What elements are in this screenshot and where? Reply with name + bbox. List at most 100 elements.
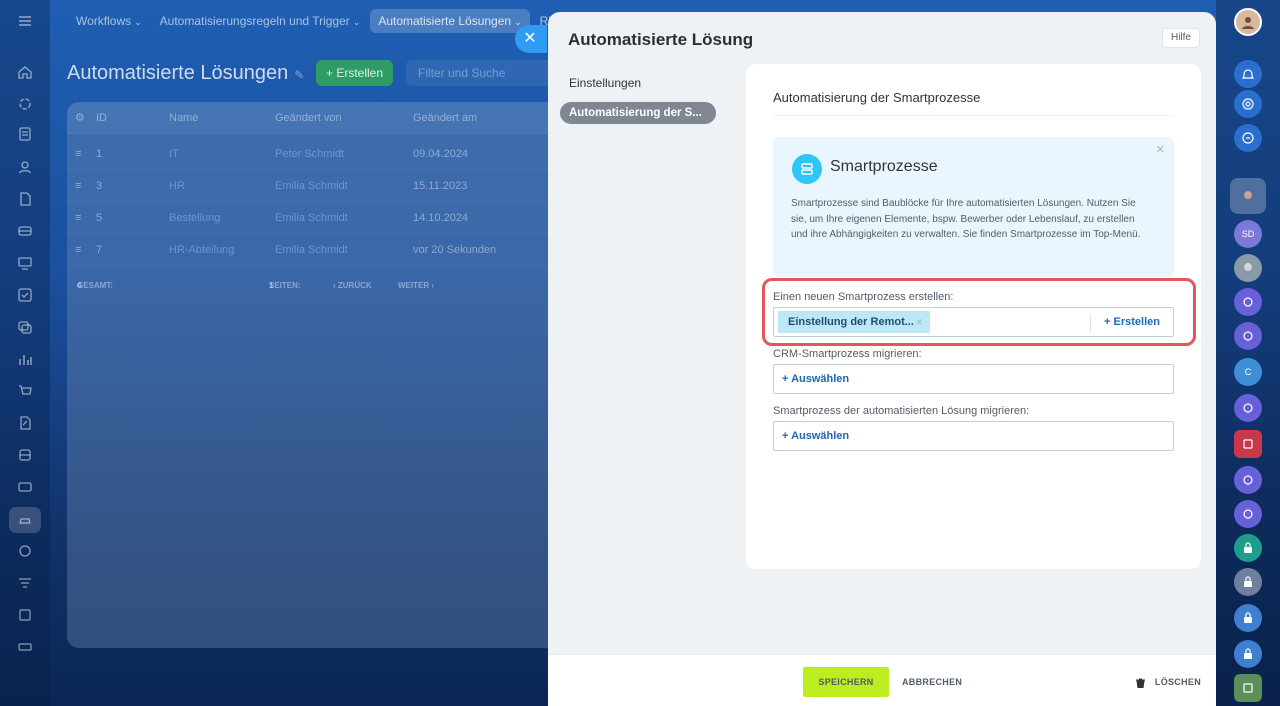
row-id: 1 — [96, 148, 103, 160]
topnav-automation-rules[interactable]: Automatisierungsregeln und Trigger ⌄ — [152, 9, 369, 33]
table-row[interactable]: ≡ 7 HR-Abteilung Emilia Schmidt vor 20 S… — [67, 234, 548, 266]
lock-icon[interactable] — [1234, 534, 1262, 562]
drag-handle-icon[interactable]: ≡ — [75, 234, 81, 266]
column-header-changed-by[interactable]: Geändert von — [275, 102, 342, 134]
copilot-chat-icon[interactable] — [1234, 288, 1262, 316]
filter-search-input[interactable]: Filter und Suche — [406, 60, 548, 86]
automation-icon[interactable] — [9, 507, 41, 533]
drag-handle-icon[interactable]: ≡ — [75, 202, 81, 234]
row-name-link[interactable]: IT — [169, 138, 179, 170]
automated-solution-panel: Automatisierte Lösung Hilfe Einstellunge… — [548, 12, 1216, 706]
archive-icon[interactable] — [15, 445, 35, 465]
home-icon[interactable] — [15, 62, 35, 82]
contacts-icon[interactable] — [15, 157, 35, 177]
file-icon[interactable] — [15, 189, 35, 209]
contact-avatar[interactable] — [1230, 178, 1266, 214]
topnav-label: Automatisierungsregeln und Trigger — [159, 14, 350, 28]
solution-field-label: Smartprozess der automatisierten Lösung … — [773, 405, 1030, 417]
delete-button[interactable]: LÖSCHEN — [1135, 667, 1201, 697]
activity-icon[interactable] — [15, 94, 35, 114]
grid-footer: GESAMT: 4 SEITEN: 1 ‹ ZURÜCK WEITER › — [67, 270, 548, 302]
chat-icon[interactable] — [15, 317, 35, 337]
column-header-changed-at[interactable]: Geändert am — [413, 102, 477, 134]
tasks-icon[interactable] — [15, 285, 35, 305]
user-avatar[interactable] — [1234, 8, 1262, 36]
total-label: GESAMT: — [77, 281, 113, 290]
help-button[interactable]: Hilfe — [1161, 28, 1200, 48]
smart-process-icon — [792, 154, 822, 184]
row-user-link[interactable]: Peter Schmidt — [275, 138, 344, 170]
menu-icon[interactable] — [15, 11, 35, 31]
sign-icon[interactable] — [15, 413, 35, 433]
column-header-name[interactable]: Name — [169, 102, 198, 134]
inbox-icon[interactable] — [15, 221, 35, 241]
filter-icon[interactable] — [15, 573, 35, 593]
lock-icon[interactable] — [1234, 604, 1262, 632]
pencil-icon[interactable]: ✎ — [294, 68, 304, 82]
analytics-icon[interactable] — [15, 349, 35, 369]
crm-smart-process-field[interactable]: + Auswählen — [773, 364, 1174, 394]
copilot-chat-icon[interactable] — [1234, 500, 1262, 528]
total-value: 4 — [77, 281, 82, 290]
row-date: 14.10.2024 — [413, 212, 469, 224]
next-page-button[interactable]: WEITER › — [398, 270, 434, 302]
sites-icon[interactable] — [15, 541, 35, 561]
panel-side-menu: Einstellungen Automatisierung der S... — [560, 72, 716, 132]
cart-icon[interactable] — [15, 381, 35, 401]
card-icon[interactable] — [15, 477, 35, 497]
crm-field-label: CRM-Smartprozess migrieren: — [773, 348, 922, 360]
copilot-icon[interactable] — [1234, 90, 1262, 118]
table-row[interactable]: ≡ 3 HR Emilia Schmidt 15.11.2023 — [67, 170, 548, 202]
row-user-link[interactable]: Emilia Schmidt — [275, 234, 348, 266]
info-title: Smartprozesse — [830, 158, 938, 175]
topnav-automated-solutions[interactable]: Automatisierte Lösungen ⌄ — [370, 9, 530, 33]
topnav-workflows[interactable]: Workflows ⌄ — [68, 9, 150, 33]
prev-page-button[interactable]: ‹ ZURÜCK — [333, 270, 372, 302]
select-crm-smart-process-button[interactable]: + Auswählen — [782, 365, 849, 393]
row-user-link[interactable]: Emilia Schmidt — [275, 202, 348, 234]
column-header-id[interactable]: ID — [96, 102, 107, 134]
create-button[interactable]: + Erstellen — [316, 60, 394, 86]
close-slider-button[interactable]: ✕ — [515, 25, 547, 53]
row-name-link[interactable]: Bestellung — [169, 202, 220, 234]
list-icon[interactable] — [15, 605, 35, 625]
save-button[interactable]: SPEICHERN — [803, 667, 889, 697]
contact-avatar-initials[interactable]: SD — [1234, 220, 1262, 248]
grid-header: ⚙ ID Name Geändert von Geändert am — [67, 102, 548, 134]
lock-icon[interactable] — [1234, 568, 1262, 596]
task-chat-icon[interactable] — [1234, 430, 1262, 458]
page-title: Automatisierte Lösungen ✎ — [67, 62, 304, 85]
copilot-chat-icon[interactable] — [1234, 394, 1262, 422]
settings-icon[interactable]: ⚙ — [75, 102, 85, 134]
right-rail: SD C — [1216, 0, 1280, 706]
solutions-grid: ⚙ ID Name Geändert von Geändert am ≡ 1 I… — [67, 102, 548, 648]
pages-label: SEITEN: — [269, 281, 301, 290]
table-row[interactable]: ≡ 1 IT Peter Schmidt 09.04.2024 — [67, 138, 548, 170]
table-row[interactable]: ≡ 5 Bestellung Emilia Schmidt 14.10.2024 — [67, 202, 548, 234]
solution-smart-process-field[interactable]: + Auswählen — [773, 421, 1174, 451]
bell-icon[interactable] — [1234, 60, 1262, 88]
task-chat-icon[interactable] — [1234, 674, 1262, 702]
contact-avatar-initials[interactable]: C — [1234, 358, 1262, 386]
lock-icon[interactable] — [1234, 640, 1262, 668]
select-solution-smart-process-button[interactable]: + Auswählen — [782, 422, 849, 450]
row-id: 3 — [96, 180, 103, 192]
cancel-button[interactable]: ABBRECHEN — [902, 667, 962, 697]
top-navigation: Workflows ⌄ Automatisierungsregeln und Tr… — [68, 9, 564, 33]
search-chat-icon[interactable] — [1234, 124, 1262, 152]
menu-item-settings[interactable]: Einstellungen — [560, 72, 716, 94]
drag-handle-icon[interactable]: ≡ — [75, 138, 81, 170]
pages-value: 1 — [269, 281, 274, 290]
more-icon[interactable] — [15, 637, 35, 657]
monitor-icon[interactable] — [15, 253, 35, 273]
copilot-chat-icon[interactable] — [1234, 322, 1262, 350]
menu-item-smart-process-automation[interactable]: Automatisierung der S... — [560, 102, 716, 124]
row-user-link[interactable]: Emilia Schmidt — [275, 170, 348, 202]
close-icon[interactable]: ✕ — [1156, 143, 1165, 156]
contact-avatar[interactable] — [1234, 254, 1262, 282]
row-name-link[interactable]: HR-Abteilung — [169, 234, 234, 266]
drag-handle-icon[interactable]: ≡ — [75, 170, 81, 202]
document-icon[interactable] — [15, 124, 35, 144]
copilot-chat-icon[interactable] — [1234, 466, 1262, 494]
row-name-link[interactable]: HR — [169, 170, 185, 202]
